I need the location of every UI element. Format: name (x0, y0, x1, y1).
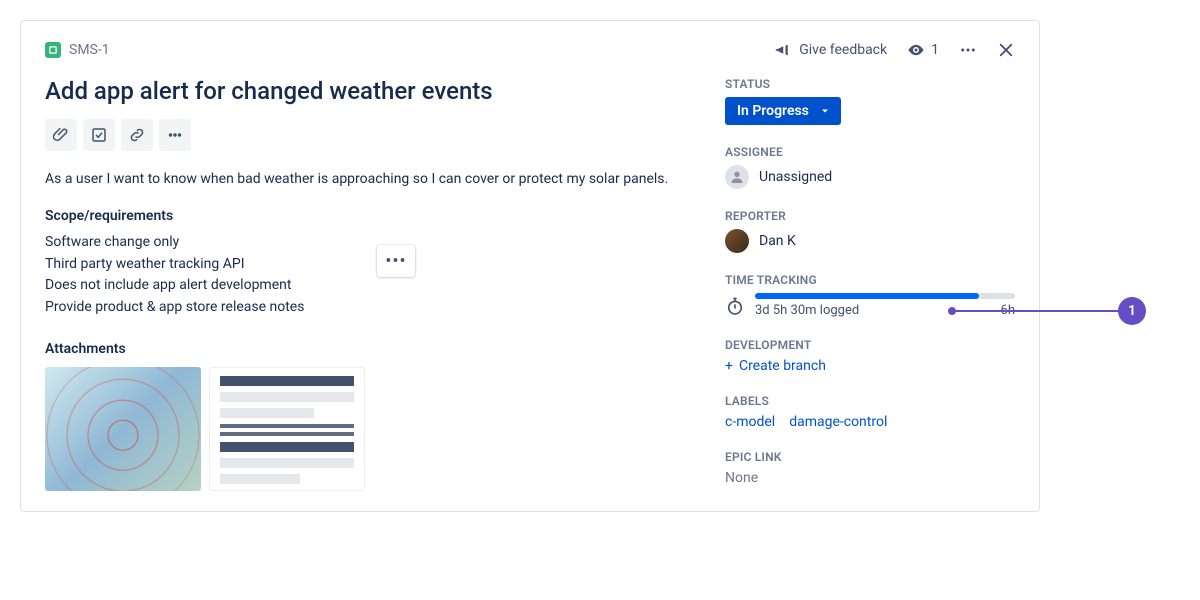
assignee-field[interactable]: Unassigned (725, 165, 1015, 189)
callout-dot (948, 307, 956, 315)
checklist-icon (90, 126, 108, 144)
epic-link-value[interactable]: None (725, 470, 1015, 486)
assignee-value: Unassigned (759, 169, 832, 185)
label-item[interactable]: c-model (725, 414, 775, 430)
content-actions (45, 119, 685, 151)
link-button[interactable] (121, 119, 153, 151)
feedback-label: Give feedback (799, 42, 887, 58)
add-checklist-button[interactable] (83, 119, 115, 151)
dots-icon (959, 41, 977, 59)
breadcrumb[interactable]: SMS-1 (45, 42, 110, 58)
main-column: Add app alert for changed weather events… (45, 77, 685, 491)
link-icon (128, 126, 146, 144)
create-branch-link[interactable]: + Create branch (725, 358, 1015, 374)
status-block: STATUS In Progress (725, 77, 1015, 125)
eye-icon (907, 41, 925, 59)
chevron-down-icon (819, 105, 831, 117)
avatar (725, 229, 749, 253)
header-actions: Give feedback 1 (775, 41, 1015, 59)
labels-label: LABELS (725, 394, 1015, 408)
requirement-item: Software change only (45, 232, 685, 254)
reporter-block: REPORTER Dan K (725, 209, 1015, 253)
time-progress-bar (755, 293, 1015, 299)
requirement-item: Third party weather tracking API (45, 254, 685, 276)
assignee-label: ASSIGNEE (725, 145, 1015, 159)
give-feedback-button[interactable]: Give feedback (775, 41, 887, 59)
stopwatch-icon (725, 296, 745, 316)
issue-title[interactable]: Add app alert for changed weather events (45, 77, 685, 105)
header-bar: SMS-1 Give feedback 1 (45, 41, 1015, 59)
create-branch-label: Create branch (739, 358, 826, 374)
plus-icon: + (725, 358, 733, 374)
issue-detail-panel: SMS-1 Give feedback 1 Add app alert for … (20, 20, 1040, 512)
dots-icon (166, 126, 184, 144)
label-item[interactable]: damage-control (789, 414, 887, 430)
more-content-actions-button[interactable] (159, 119, 191, 151)
status-value: In Progress (737, 103, 809, 119)
description-text[interactable]: As a user I want to know when bad weathe… (45, 169, 685, 190)
labels-block: LABELS c-model damage-control (725, 394, 1015, 430)
requirements-list[interactable]: Software change only Third party weather… (45, 232, 685, 319)
attachment-thumbnail[interactable] (45, 367, 201, 491)
status-label: STATUS (725, 77, 1015, 91)
scope-heading: Scope/requirements (45, 208, 685, 224)
epic-link-block: EPIC LINK None (725, 450, 1015, 486)
reporter-label: REPORTER (725, 209, 1015, 223)
assignee-block: ASSIGNEE Unassigned (725, 145, 1015, 189)
paperclip-icon (52, 126, 70, 144)
time-tracking-row[interactable]: 3d 5h 30m logged 6h (725, 293, 1015, 318)
reporter-field[interactable]: Dan K (725, 229, 1015, 253)
attachments-heading: Attachments (45, 341, 685, 357)
attachments-row (45, 367, 685, 491)
more-actions-button[interactable] (959, 41, 977, 59)
labels-row[interactable]: c-model damage-control (725, 414, 1015, 430)
megaphone-icon (775, 41, 793, 59)
issue-key[interactable]: SMS-1 (69, 42, 110, 58)
attachment-thumbnail[interactable] (209, 367, 365, 491)
development-label: DEVELOPMENT (725, 338, 1015, 352)
development-block: DEVELOPMENT + Create branch (725, 338, 1015, 374)
requirement-item: Provide product & app store release note… (45, 297, 685, 319)
attach-button[interactable] (45, 119, 77, 151)
callout-line (952, 310, 1120, 312)
time-tracking-label: TIME TRACKING (725, 273, 1015, 287)
time-logged: 3d 5h 30m logged (755, 303, 859, 318)
close-icon (997, 41, 1015, 59)
callout-badge: 1 (1118, 297, 1146, 325)
close-button[interactable] (997, 41, 1015, 59)
watchers-button[interactable]: 1 (907, 41, 939, 59)
floating-actions-menu[interactable]: ••• (377, 245, 415, 277)
requirement-item: Does not include app alert development (45, 275, 685, 297)
reporter-value: Dan K (759, 233, 796, 249)
story-icon (45, 42, 61, 58)
avatar-placeholder-icon (725, 165, 749, 189)
status-dropdown[interactable]: In Progress (725, 97, 841, 125)
side-panel: STATUS In Progress ASSIGNEE Unassigned R… (725, 77, 1015, 491)
epic-link-label: EPIC LINK (725, 450, 1015, 464)
watchers-count: 1 (931, 42, 939, 58)
